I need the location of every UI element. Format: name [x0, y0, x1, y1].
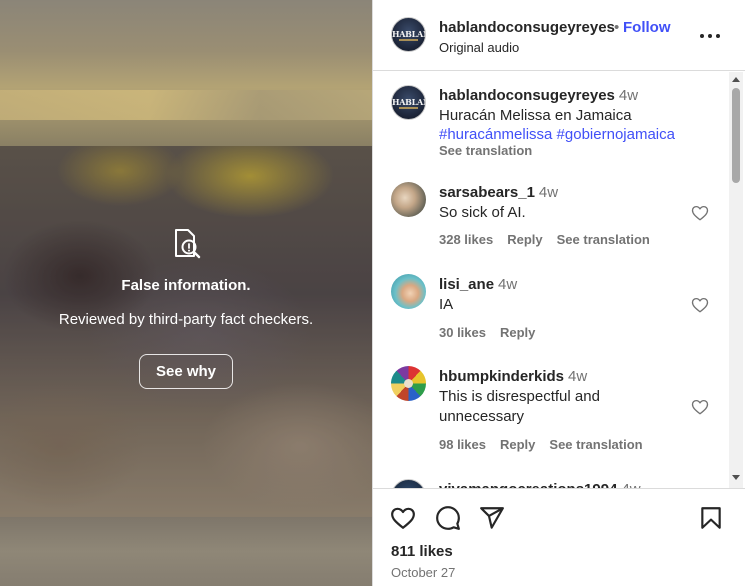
comment-text: This is disrespectful and unnecessary [439, 388, 600, 425]
see-translation-link[interactable]: See translation [557, 232, 650, 247]
false-information-warning: False information. Reviewed by third-par… [0, 146, 372, 517]
original-audio-link[interactable]: Original audio [439, 40, 519, 55]
warning-title: False information. [121, 277, 251, 294]
author-avatar[interactable]: HABLANDO [391, 17, 426, 52]
follow-button[interactable]: Follow [623, 19, 671, 36]
commenter-avatar[interactable] [391, 366, 426, 401]
comment-like-heart-icon[interactable] [691, 398, 709, 416]
comment-icon[interactable] [435, 505, 461, 531]
reply-button[interactable]: Reply [507, 232, 542, 247]
blurred-video-top [0, 0, 372, 146]
fact-check-icon [168, 226, 204, 262]
caption-hashtags[interactable]: #huracánmelissa #gobiernojamaica [439, 125, 679, 144]
warning-subtitle: Reviewed by third-party fact checkers. [58, 311, 314, 328]
comment-likes[interactable]: 98 likes [439, 437, 486, 452]
see-translation-link[interactable]: See translation [549, 437, 642, 452]
scrollbar-thumb[interactable] [732, 88, 740, 183]
avatar-logo-text: HABLANDO [392, 97, 425, 107]
save-icon[interactable] [698, 505, 724, 531]
scroll-down-arrow-icon[interactable] [732, 475, 740, 480]
comment-username[interactable]: lisi_ane 4w [439, 276, 517, 293]
caption-time: 4w [618, 87, 639, 104]
commenter-avatar[interactable] [391, 182, 426, 217]
see-why-button[interactable]: See why [139, 354, 233, 389]
comment-username-text[interactable]: sarsabears_1 [439, 184, 535, 201]
post-date: October 27 [391, 565, 456, 580]
comment-likes[interactable]: 30 likes [439, 325, 486, 340]
commenter-avatar[interactable] [391, 274, 426, 309]
post-actions: 811 likes October 27 [373, 488, 745, 586]
comment-like-heart-icon[interactable] [691, 204, 709, 222]
caption-author-avatar[interactable]: HABLANDO [391, 85, 426, 120]
author-username[interactable]: hablandoconsugeyreyes [439, 19, 615, 36]
comment-username-text[interactable]: vivamangocreations1994 [439, 481, 617, 488]
caption-username[interactable]: hablandoconsugeyreyes 4w [439, 87, 638, 104]
heart-icon[interactable] [390, 505, 416, 531]
blurred-video-bottom [0, 517, 372, 586]
reel-media[interactable]: False information. Reviewed by third-par… [0, 0, 372, 586]
comment-like-heart-icon[interactable] [691, 296, 709, 314]
comment-username[interactable]: sarsabears_1 4w [439, 184, 558, 201]
likes-count[interactable]: 811 likes [391, 543, 453, 560]
comment-text: IA [439, 296, 454, 313]
comments-scrollbar[interactable] [729, 72, 743, 488]
post-side-panel: HABLANDO hablandoconsugeyreyes • Follow … [372, 0, 746, 586]
comment-time: 4w [498, 276, 518, 293]
comment-username-text[interactable]: lisi_ane [439, 276, 494, 293]
comment-text: So sick of AI. [439, 204, 526, 221]
commenter-avatar[interactable] [391, 479, 426, 488]
post-header: HABLANDO hablandoconsugeyreyes • Follow … [373, 0, 745, 71]
caption-username-text[interactable]: hablandoconsugeyreyes [439, 87, 615, 104]
reply-button[interactable]: Reply [500, 437, 535, 452]
comment-time: 4w [621, 481, 640, 488]
comment-username-text[interactable]: hbumpkinderkids [439, 368, 564, 385]
separator-dot: • [614, 19, 620, 36]
avatar-logo-text: HABLANDO [392, 29, 425, 39]
comment-likes[interactable]: 328 likes [439, 232, 493, 247]
comments-list[interactable]: HABLANDO hablandoconsugeyreyes4w Huracán… [373, 72, 733, 488]
see-translation-link[interactable]: See translation [439, 143, 532, 158]
comment-time: 4w [538, 184, 559, 201]
more-options-icon[interactable] [699, 26, 721, 46]
caption-text: Huracán Melissa en Jamaica [439, 107, 632, 124]
reply-button[interactable]: Reply [500, 325, 535, 340]
comment-username[interactable]: hbumpkinderkids 4w [439, 368, 587, 385]
comment-time: 4w [568, 368, 588, 385]
comment-username[interactable]: vivamangocreations1994 4w [439, 481, 641, 488]
share-icon[interactable] [479, 505, 505, 531]
scroll-up-arrow-icon[interactable] [732, 77, 740, 82]
